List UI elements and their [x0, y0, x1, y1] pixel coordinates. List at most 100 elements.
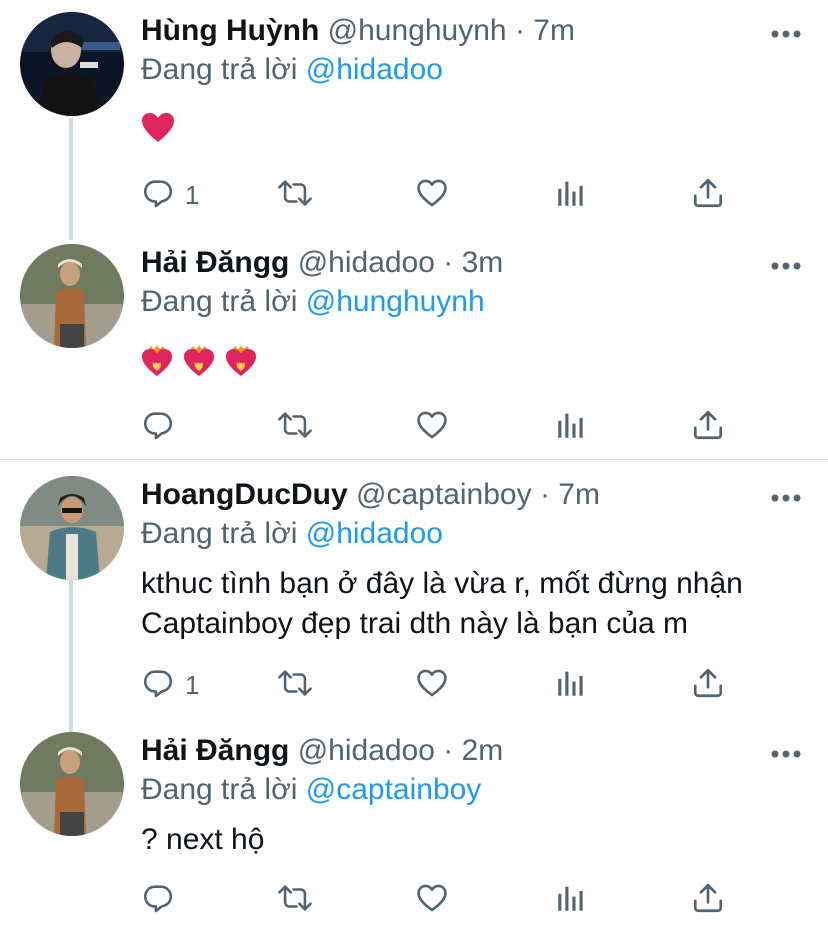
- share-icon: [691, 176, 725, 215]
- replying-label: Đang trả lời: [141, 285, 298, 318]
- thread-line: [69, 580, 73, 732]
- heart-icon: [415, 881, 449, 920]
- replying-label: Đang trả lời: [141, 53, 298, 86]
- timestamp[interactable]: 7m: [558, 478, 600, 511]
- tweet-actions: [141, 880, 741, 920]
- replying-to: Đang trả lời @hidadoo: [141, 51, 443, 89]
- replying-to: Đang trả lời @captainboy: [141, 771, 481, 809]
- retweet-icon: [276, 666, 314, 705]
- like-button[interactable]: [415, 407, 449, 447]
- heart-icon: [415, 666, 449, 705]
- retweet-icon: [276, 408, 314, 447]
- mention-link[interactable]: @hidadoo: [306, 53, 443, 86]
- author-name[interactable]: HoangDucDuy: [141, 478, 348, 511]
- tweet-header: HoangDucDuy @captainboy · 7m: [141, 476, 600, 514]
- avatar[interactable]: [20, 732, 124, 836]
- tweet[interactable]: Hùng Huỳnh @hunghuynh · 7m Đang trả lời …: [0, 0, 828, 240]
- mention-link[interactable]: @hunghuynh: [306, 285, 485, 318]
- reply-count: 1: [185, 669, 200, 700]
- heart-on-fire-emoji: [183, 344, 215, 383]
- author-handle[interactable]: @captainboy: [356, 478, 532, 511]
- like-button[interactable]: [415, 665, 449, 705]
- heart-on-fire-emoji: [141, 344, 173, 383]
- more-icon[interactable]: [770, 746, 802, 758]
- tweet-header: Hùng Huỳnh @hunghuynh · 7m: [141, 12, 575, 50]
- analytics-button[interactable]: [554, 407, 588, 447]
- share-button[interactable]: [691, 175, 725, 215]
- analytics-icon: [554, 666, 588, 705]
- share-icon: [691, 408, 725, 447]
- tweet[interactable]: Hải Đăngg @hidadoo · 2m Đang trả lời @ca…: [0, 720, 828, 930]
- reply-button[interactable]: [141, 880, 185, 920]
- analytics-button[interactable]: [554, 880, 588, 920]
- analytics-button[interactable]: [554, 175, 588, 215]
- tweet-text: ? next hộ: [141, 823, 265, 856]
- analytics-button[interactable]: [554, 665, 588, 705]
- tweet[interactable]: Hải Đăngg @hidadoo · 3m Đang trả lời @hu…: [0, 230, 828, 458]
- timestamp[interactable]: 3m: [462, 246, 504, 279]
- mention-link[interactable]: @captainboy: [306, 773, 482, 806]
- reply-icon: [141, 666, 175, 705]
- tweet-header: Hải Đăngg @hidadoo · 3m: [141, 244, 503, 282]
- tweet-header: Hải Đăngg @hidadoo · 2m: [141, 732, 503, 770]
- timestamp[interactable]: 2m: [462, 734, 504, 767]
- author-handle[interactable]: @hidadoo: [298, 246, 435, 279]
- avatar[interactable]: [20, 244, 124, 348]
- replying-label: Đang trả lời: [141, 517, 298, 550]
- retweet-button[interactable]: [276, 665, 314, 705]
- reply-button[interactable]: 1: [141, 665, 199, 705]
- retweet-icon: [276, 881, 314, 920]
- heart-icon: [415, 176, 449, 215]
- more-icon[interactable]: [770, 258, 802, 270]
- share-button[interactable]: [691, 880, 725, 920]
- share-button[interactable]: [691, 665, 725, 705]
- separator-dot: ·: [443, 246, 454, 279]
- author-name[interactable]: Hùng Huỳnh: [141, 14, 319, 47]
- retweet-button[interactable]: [276, 407, 314, 447]
- tweet-actions: [141, 407, 741, 447]
- separator-dot: ·: [514, 14, 525, 47]
- replying-to: Đang trả lời @hunghuynh: [141, 283, 485, 321]
- author-name[interactable]: Hải Đăngg: [141, 246, 289, 279]
- avatar[interactable]: [20, 476, 124, 580]
- retweet-button[interactable]: [276, 880, 314, 920]
- replying-label: Đang trả lời: [141, 773, 298, 806]
- tweet-emoji: [141, 344, 257, 383]
- analytics-icon: [554, 408, 588, 447]
- mention-link[interactable]: @hidadoo: [306, 517, 443, 550]
- author-handle[interactable]: @hidadoo: [298, 734, 435, 767]
- separator-dot: ·: [539, 478, 550, 511]
- reply-icon: [141, 176, 175, 215]
- tweet-emoji: [141, 112, 175, 149]
- replying-to: Đang trả lời @hidadoo: [141, 515, 443, 553]
- author-name[interactable]: Hải Đăngg: [141, 734, 289, 767]
- retweet-icon: [276, 176, 314, 215]
- reply-button[interactable]: 1: [141, 175, 199, 215]
- retweet-button[interactable]: [276, 175, 314, 215]
- heart-on-fire-emoji: [225, 344, 257, 383]
- reply-icon: [141, 881, 175, 920]
- share-icon: [691, 881, 725, 920]
- analytics-icon: [554, 176, 588, 215]
- more-icon[interactable]: [770, 26, 802, 38]
- share-button[interactable]: [691, 407, 725, 447]
- share-icon: [691, 666, 725, 705]
- tweet-text: kthuc tình bạn ở đây là vừa r, mốt đừng …: [141, 567, 743, 640]
- like-button[interactable]: [415, 880, 449, 920]
- tweet-actions: 1: [141, 665, 741, 705]
- reply-button[interactable]: [141, 407, 185, 447]
- like-button[interactable]: [415, 175, 449, 215]
- tweet[interactable]: HoangDucDuy @captainboy · 7m Đang trả lờ…: [0, 460, 828, 732]
- author-handle[interactable]: @hunghuynh: [328, 14, 507, 47]
- separator-dot: ·: [443, 734, 454, 767]
- heart-icon: [415, 408, 449, 447]
- reply-count: 1: [185, 179, 200, 210]
- thread-line: [69, 118, 73, 240]
- avatar[interactable]: [20, 12, 124, 116]
- red-heart-emoji: [141, 112, 175, 149]
- timestamp[interactable]: 7m: [533, 14, 575, 47]
- more-icon[interactable]: [770, 490, 802, 502]
- tweet-actions: 1: [141, 175, 741, 215]
- analytics-icon: [554, 881, 588, 920]
- reply-icon: [141, 408, 175, 447]
